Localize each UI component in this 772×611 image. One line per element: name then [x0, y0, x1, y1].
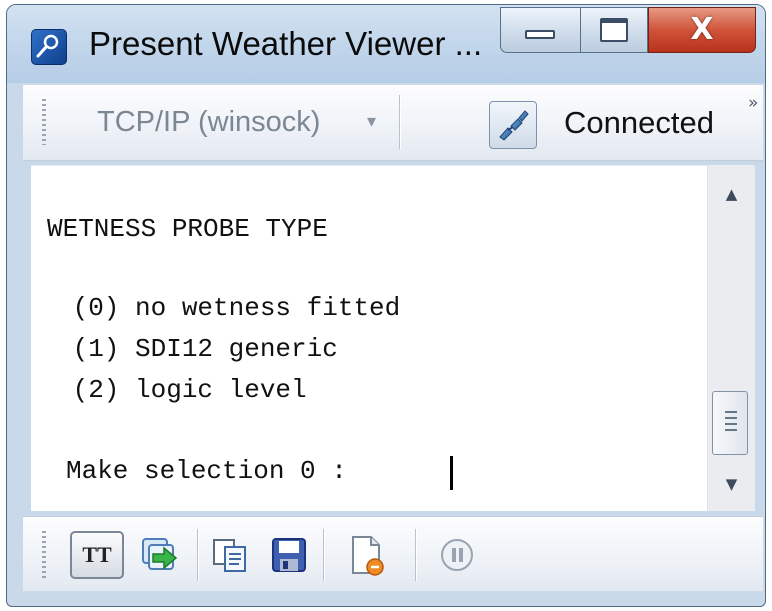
toolbar-separator: [415, 529, 416, 581]
thumb-grip-icon: [725, 411, 737, 433]
terminal-heading: WETNESS PROBE TYPE: [47, 214, 328, 244]
app-window: Present Weather Viewer ... X TCP/IP (win…: [6, 4, 766, 607]
terminal-text-button[interactable]: TT: [70, 531, 124, 579]
save-button[interactable]: [267, 533, 311, 577]
toolbar-separator: [197, 529, 198, 581]
terminal-option: (0) no wetness fitted: [57, 293, 401, 323]
scroll-thumb[interactable]: [712, 391, 748, 455]
text-cursor: [450, 456, 453, 490]
copy-button[interactable]: [209, 533, 253, 577]
log-file-button[interactable]: [345, 533, 389, 577]
connection-status: Connected: [564, 105, 714, 140]
close-icon: X: [690, 12, 714, 47]
log-file-icon: [352, 536, 384, 576]
telescope-icon[interactable]: [31, 29, 67, 65]
connection-plug-icon[interactable]: [489, 101, 537, 149]
pause-button[interactable]: [435, 533, 479, 577]
window-title: Present Weather Viewer ...: [89, 25, 483, 62]
copy-icon: [213, 539, 246, 572]
connection-toolbar: TCP/IP (winsock) ▾ Connected »: [23, 85, 763, 161]
toolbar-grip[interactable]: [42, 531, 46, 579]
action-toolbar: TT: [23, 516, 763, 591]
title-bar[interactable]: Present Weather Viewer ... X: [7, 5, 765, 83]
toolbar-overflow-icon[interactable]: »: [748, 93, 759, 113]
terminal-prompt: Make selection 0 :: [66, 456, 363, 486]
chevron-down-icon[interactable]: ▾: [367, 111, 376, 132]
terminal-option: (1) SDI12 generic: [57, 334, 338, 364]
toolbar-separator: [399, 95, 400, 149]
minimize-icon: [525, 30, 555, 39]
maximize-icon: [600, 18, 628, 42]
minimize-button[interactable]: [500, 7, 580, 53]
terminal-option: (2) logic level: [57, 375, 307, 405]
terminal-text-icon: TT: [82, 542, 112, 567]
save-icon: [272, 538, 306, 572]
send-button[interactable]: [137, 533, 181, 577]
scroll-up-icon[interactable]: ▲: [708, 185, 755, 203]
send-arrow-icon: [142, 538, 178, 570]
terminal-output[interactable]: WETNESS PROBE TYPE (0) no wetness fitted…: [31, 165, 707, 511]
close-button[interactable]: X: [648, 7, 756, 53]
vertical-scrollbar[interactable]: ▲ ▼: [707, 165, 755, 511]
connection-type-dropdown[interactable]: TCP/IP (winsock): [97, 106, 320, 139]
maximize-button[interactable]: [580, 7, 648, 53]
toolbar-separator: [323, 529, 324, 581]
pause-icon: [441, 539, 473, 571]
scroll-down-icon[interactable]: ▼: [708, 475, 755, 493]
toolbar-grip[interactable]: [42, 99, 46, 145]
